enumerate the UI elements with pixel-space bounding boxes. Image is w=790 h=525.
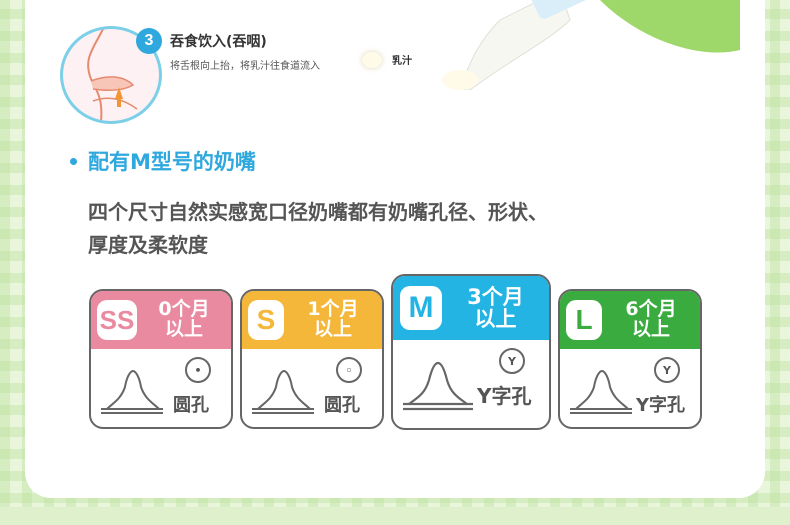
hole-label: 圆孔 — [173, 395, 209, 416]
size-card-ss: SS 0个月 以上 • 圆孔 — [89, 289, 233, 429]
size-letter-badge: M — [400, 286, 442, 330]
step-title: 吞食饮入(吞咽) — [170, 34, 267, 50]
nipple-icon — [403, 361, 473, 411]
size-age: 1个月 以上 — [284, 298, 382, 340]
y-hole-icon: Y — [499, 348, 525, 374]
section-description: 四个尺寸自然实感宽口径奶嘴都有奶嘴孔径、形状、 厚度及柔软度 — [88, 196, 688, 262]
description-line-2: 厚度及柔软度 — [88, 233, 208, 257]
size-age: 6个月 以上 — [602, 298, 700, 340]
size-card-header: L 6个月 以上 — [560, 291, 700, 349]
size-letter-badge: L — [566, 300, 602, 340]
bottle-illustration — [442, 0, 740, 90]
round-hole-icon: • — [185, 357, 211, 383]
size-letter-badge: SS — [97, 300, 137, 340]
size-age: 3个月 以上 — [442, 286, 549, 330]
hole-label: Y字孔 — [636, 395, 686, 416]
size-age-line1: 6个月 — [625, 298, 677, 321]
section-title: 配有M型号的奶嘴 — [88, 150, 256, 174]
size-letter-badge: S — [248, 300, 284, 340]
size-age-line1: 3个月 — [467, 284, 524, 309]
size-card-header: S 1个月 以上 — [242, 291, 382, 349]
size-card-header: M 3个月 以上 — [393, 276, 549, 340]
size-age-line1: 0个月 — [158, 298, 210, 321]
size-age-line2: 以上 — [164, 318, 203, 340]
section-bullet — [70, 158, 77, 165]
size-card-l: L 6个月 以上 Y Y字孔 — [558, 289, 702, 429]
size-card-s: S 1个月 以上 ◦ 圆孔 — [240, 289, 384, 429]
round-hole-icon: ◦ — [336, 357, 362, 383]
description-line-1: 四个尺寸自然实感宽口径奶嘴都有奶嘴孔径、形状、 — [88, 200, 548, 224]
nipple-icon — [252, 369, 314, 414]
size-age-line2: 以上 — [313, 318, 352, 340]
nipple-icon — [570, 369, 632, 414]
bottom-strip — [0, 507, 790, 525]
hole-label: 圆孔 — [324, 395, 360, 416]
milk-label: 乳汁 — [392, 56, 412, 67]
size-age-line2: 以上 — [631, 318, 670, 340]
y-hole-icon: Y — [654, 357, 680, 383]
size-age-line2: 以上 — [474, 307, 517, 331]
size-card-m: M 3个月 以上 Y Y字孔 — [391, 274, 551, 430]
milk-drop-icon — [362, 52, 382, 68]
hole-label: Y字孔 — [477, 384, 532, 408]
size-card-header: SS 0个月 以上 — [91, 291, 231, 349]
step-number-badge: 3 — [136, 28, 162, 54]
size-age-line1: 1个月 — [307, 298, 359, 321]
size-age: 0个月 以上 — [137, 298, 231, 340]
nipple-icon — [101, 369, 163, 414]
step-description: 将舌根向上抬，将乳汁往食道流入 — [170, 61, 320, 72]
